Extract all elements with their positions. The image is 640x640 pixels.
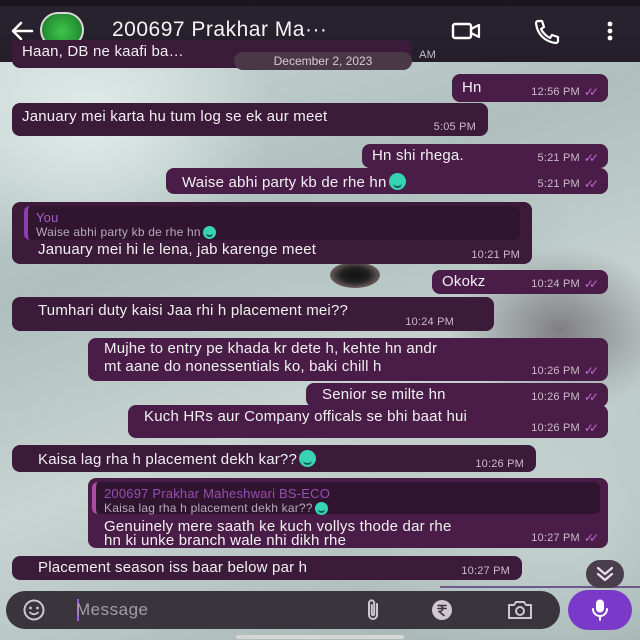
message-text-line2: hn ki unke branch wale nhi dikh rhe — [104, 532, 347, 549]
message-bubble-outgoing[interactable]: Senior se milte hn 10:26 PM ✓✓ — [306, 383, 608, 407]
double-chevron-down-icon — [596, 566, 614, 582]
wallpaper-eye-detail — [330, 262, 380, 288]
message-text: Kaisa lag rha h placement dekh kar?? — [38, 451, 298, 468]
message-meta: 10:27 PM ✓✓ — [531, 531, 599, 545]
quote-text-row: Waise abhi party kb de rhe hn — [36, 225, 512, 239]
message-bubble-outgoing[interactable]: Kuch HRs aur Company officals se bhi baa… — [128, 405, 608, 438]
date-separator: December 2, 2023 — [234, 52, 412, 70]
quote-author: 200697 Prakhar Maheshwari BS-ECO — [104, 486, 331, 501]
read-receipt-icon: ✓✓ — [583, 531, 599, 545]
message-text-line2: mt aane do nonessentials ko, baki chill … — [104, 358, 382, 375]
message-bubble-incoming[interactable]: January mei karta hu tum log se ek aur m… — [12, 103, 488, 136]
mic-button[interactable] — [568, 590, 632, 630]
read-receipt-icon: ✓✓ — [583, 421, 599, 435]
message-meta: 5:05 PM — [433, 121, 476, 133]
message-bubble-outgoing[interactable]: Hn shi rhega. 5:21 PM ✓✓ — [362, 144, 608, 168]
message-meta: 10:27 PM — [461, 565, 510, 577]
message-input[interactable]: Message — [76, 600, 148, 620]
attach-icon[interactable] — [362, 598, 384, 622]
message-bubble-outgoing[interactable]: Hn 12:56 PM ✓✓ — [452, 74, 608, 102]
grinning-emoji-icon — [299, 450, 317, 467]
read-receipt-icon: ✓✓ — [583, 277, 599, 291]
message-meta: 10:21 PM — [471, 249, 520, 261]
rupee-payment-icon[interactable] — [430, 598, 454, 622]
message-text-line1: Mujhe to entry pe khada kr dete h, kehte… — [104, 340, 438, 357]
status-bar — [0, 0, 640, 6]
message-bubble-incoming[interactable]: Placement season iss baar below par h 10… — [12, 556, 522, 580]
read-receipt-icon: ✓✓ — [583, 85, 599, 99]
home-indicator — [236, 635, 404, 639]
phone-icon[interactable] — [530, 17, 562, 45]
message-text: Waise abhi party kb de rhe hn — [182, 174, 387, 191]
message-bubble-incoming[interactable]: Tumhari duty kaisi Jaa rhi h placement m… — [12, 297, 494, 331]
more-vert-icon[interactable] — [600, 17, 620, 45]
message-meta: 5:21 PM ✓✓ — [537, 151, 600, 165]
message-bubble-outgoing[interactable]: Okokz 10:24 PM ✓✓ — [432, 270, 608, 294]
grinning-emoji-icon — [202, 226, 216, 239]
read-receipt-icon: ✓✓ — [583, 364, 599, 378]
quoted-message[interactable]: 200697 Prakhar Maheshwari BS-ECO Kaisa l… — [92, 482, 600, 515]
quote-text: Waise abhi party kb de rhe hn — [36, 225, 201, 239]
message-text: Placement season iss baar below par h — [38, 559, 308, 576]
scroll-to-bottom-button[interactable] — [586, 560, 624, 588]
grinning-emoji-icon — [388, 173, 406, 190]
message-meta: 10:24 PM — [405, 316, 454, 328]
camera-icon[interactable] — [506, 598, 534, 622]
message-meta: 12:56 PM ✓✓ — [531, 85, 599, 99]
message-meta: 10:26 PM — [475, 458, 524, 470]
message-time: AM — [419, 49, 436, 61]
quote-text-row: Kaisa lag rha h placement dekh kar?? — [104, 501, 592, 515]
message-meta: 10:26 PM ✓✓ — [531, 421, 599, 435]
message-bubble-outgoing[interactable]: Mujhe to entry pe khada kr dete h, kehte… — [88, 338, 608, 381]
grinning-emoji-icon — [314, 502, 328, 515]
video-call-icon[interactable] — [450, 17, 482, 45]
emoji-icon[interactable] — [22, 598, 46, 622]
message-bubble-incoming[interactable]: Kaisa lag rha h placement dekh kar?? 10:… — [12, 445, 536, 472]
message-meta: 10:26 PM ✓✓ — [531, 364, 599, 378]
message-text: January mei karta hu tum log se ek aur m… — [22, 108, 328, 125]
message-text-row: Waise abhi party kb de rhe hn — [176, 173, 598, 191]
message-bubble-outgoing-reply[interactable]: 200697 Prakhar Maheshwari BS-ECO Kaisa l… — [88, 478, 608, 549]
quote-text: Kaisa lag rha h placement dekh kar?? — [104, 501, 313, 515]
message-text: January mei hi le lena, jab karenge meet — [38, 241, 317, 258]
message-input-bar: Message — [6, 591, 560, 629]
read-receipt-icon: ✓✓ — [583, 151, 599, 165]
message-meta: 10:24 PM ✓✓ — [531, 277, 599, 291]
read-receipt-icon: ✓✓ — [583, 390, 599, 404]
contact-name[interactable]: 200697 Prakhar Ma··· — [112, 18, 327, 42]
message-meta: 5:21 PM ✓✓ — [537, 177, 600, 191]
message-bubble-incoming-reply[interactable]: You Waise abhi party kb de rhe hn Januar… — [12, 202, 532, 264]
read-receipt-icon: ✓✓ — [583, 177, 599, 191]
message-meta: 10:26 PM ✓✓ — [531, 390, 599, 404]
quoted-message[interactable]: You Waise abhi party kb de rhe hn — [24, 206, 520, 240]
mic-icon — [592, 599, 608, 621]
quote-author: You — [36, 210, 59, 225]
message-text: Kuch HRs aur Company officals se bhi baa… — [144, 408, 468, 425]
message-bubble-outgoing[interactable]: Waise abhi party kb de rhe hn 5:21 PM ✓✓ — [166, 168, 608, 194]
message-text-row: Kaisa lag rha h placement dekh kar?? — [22, 450, 526, 468]
